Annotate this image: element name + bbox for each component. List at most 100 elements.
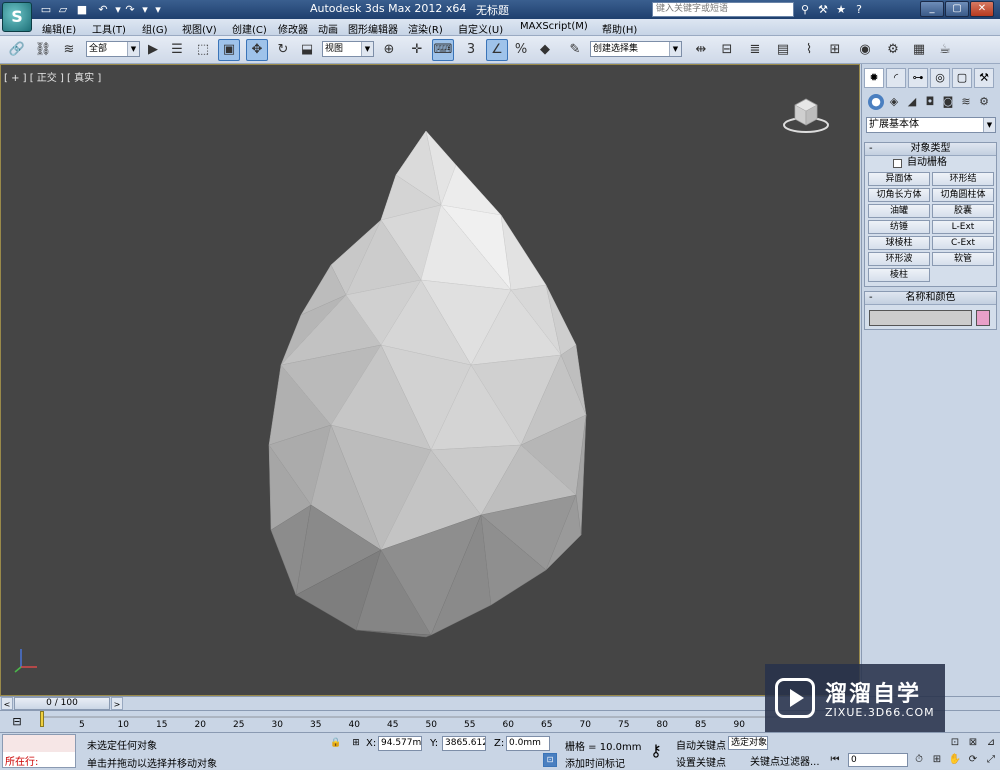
help-icon[interactable]: ? <box>851 2 867 17</box>
create-spindle-button[interactable]: 纺锤 <box>868 220 930 234</box>
current-frame-marker[interactable] <box>40 711 44 727</box>
schematic-view-icon[interactable]: ⊞ <box>824 39 846 61</box>
geosphere-mesh[interactable] <box>1 65 860 696</box>
rendered-frame-icon[interactable]: ▦ <box>908 39 930 61</box>
selection-lock-icon[interactable]: 🔒 <box>330 737 342 749</box>
maximize-viewport-icon[interactable]: ⤢ <box>984 753 998 767</box>
minimize-button[interactable]: _ <box>920 1 944 17</box>
object-color-swatch[interactable] <box>976 310 990 326</box>
menu-tools[interactable]: 工具(T) <box>92 21 126 36</box>
zoom-all-icon[interactable]: ⊠ <box>966 736 980 750</box>
tools-icon[interactable]: ⚒ <box>815 2 831 17</box>
quick-access-customize-icon[interactable]: ▾ <box>150 2 166 17</box>
create-l-ext-button[interactable]: L-Ext <box>932 220 994 234</box>
select-and-rotate-icon[interactable]: ↻ <box>272 39 294 61</box>
snaps-toggle-icon[interactable]: 3 <box>460 39 482 61</box>
prev-frame-arrow-icon[interactable]: < <box>1 697 13 710</box>
name-color-header[interactable]: - 名称和颜色 <box>865 292 996 305</box>
x-coord-input[interactable]: 94.577mm <box>378 736 422 751</box>
menu-views[interactable]: 视图(V) <box>182 21 217 36</box>
ribbon-toggle-icon[interactable]: ▤ <box>772 39 794 61</box>
curve-editor-icon[interactable]: ⌇ <box>798 39 820 61</box>
search-input[interactable]: 键入关键字或短语 <box>652 2 794 17</box>
menu-edit[interactable]: 编辑(E) <box>42 21 76 36</box>
save-icon[interactable]: ■ <box>74 2 90 17</box>
layer-manager-icon[interactable]: ≣ <box>744 39 766 61</box>
cameras-icon[interactable]: ◘ <box>922 94 938 110</box>
set-key-icon[interactable]: ⚷ <box>644 741 668 761</box>
helpers-icon[interactable]: ◙ <box>940 94 956 110</box>
zoom-region-icon[interactable]: ⊡ <box>948 736 962 750</box>
time-tag-icon[interactable]: ⊡ <box>543 753 557 767</box>
select-by-name-icon[interactable]: ☰ <box>166 39 188 61</box>
time-config-icon[interactable]: ⏱ <box>912 753 926 767</box>
select-object-icon[interactable]: ▶ <box>142 39 164 61</box>
redo-icon[interactable]: ↷ <box>122 2 138 17</box>
menu-maxscript[interactable]: MAXScript(M) <box>520 21 588 32</box>
lights-icon[interactable]: ◢ <box>904 94 920 110</box>
tab-display[interactable]: ▢ <box>952 68 972 88</box>
mirror-icon[interactable]: ⇹ <box>690 39 712 61</box>
mini-curve-editor-icon[interactable]: ⊟ <box>8 713 26 731</box>
pivot-center-icon[interactable]: ⊕ <box>378 39 400 61</box>
viewport[interactable]: [ + ] [ 正交 ] [ 真实 ] <box>0 64 860 696</box>
unlink-icon[interactable]: ⛓ <box>32 39 54 61</box>
orbit-icon[interactable]: ⟳ <box>966 753 980 767</box>
tab-modify[interactable]: ◜ <box>886 68 906 88</box>
frame-ruler[interactable] <box>40 711 800 733</box>
listener-input[interactable] <box>3 735 75 752</box>
create-chamfer-box-button[interactable]: 切角长方体 <box>868 188 930 202</box>
named-selection-dropdown[interactable]: 创建选择集 ▼ <box>590 41 682 57</box>
select-manipulate-icon[interactable]: ✛ <box>406 39 428 61</box>
star-icon[interactable]: ★ <box>833 2 849 17</box>
tab-utilities[interactable]: ⚒ <box>974 68 994 88</box>
keyboard-shortcut-override-icon[interactable]: ⌨ <box>432 39 454 61</box>
object-name-input[interactable] <box>869 310 972 326</box>
create-c-ext-button[interactable]: C-Ext <box>932 236 994 250</box>
window-crossing-icon[interactable]: ▣ <box>218 39 240 61</box>
time-slider-thumb[interactable]: 0 / 100 <box>14 697 110 710</box>
menu-animation[interactable]: 动画 <box>318 21 338 36</box>
render-production-icon[interactable]: ☕ <box>934 39 956 61</box>
maxscript-listener[interactable]: 所在行: <box>2 734 76 768</box>
go-to-start-icon[interactable]: ⏮ <box>828 753 842 767</box>
rect-selection-icon[interactable]: ⬚ <box>192 39 214 61</box>
select-and-move-icon[interactable]: ✥ <box>246 39 268 61</box>
object-category-dropdown[interactable]: 扩展基本体 ▼ <box>866 117 996 133</box>
menu-customize[interactable]: 自定义(U) <box>458 21 503 36</box>
y-coord-input[interactable]: 3865.612m <box>442 736 486 751</box>
key-mode-dropdown[interactable]: 选定对象 <box>728 736 768 750</box>
create-hedra-button[interactable]: 异面体 <box>868 172 930 186</box>
viewcube-icon[interactable] <box>781 93 831 135</box>
bind-space-warp-icon[interactable]: ≋ <box>58 39 80 61</box>
key-filters-button[interactable]: 关键点过滤器... <box>750 753 820 768</box>
selection-filter-dropdown[interactable]: 全部 ▼ <box>86 41 140 57</box>
select-and-scale-icon[interactable]: ⬓ <box>296 39 318 61</box>
create-hose-button[interactable]: 软管 <box>932 252 994 266</box>
create-chamfer-cyl-button[interactable]: 切角圆柱体 <box>932 188 994 202</box>
menu-graph-editors[interactable]: 图形编辑器 <box>348 21 398 36</box>
absolute-mode-icon[interactable]: ⊞ <box>350 737 362 749</box>
render-setup-icon[interactable]: ⚙ <box>882 39 904 61</box>
set-key-button[interactable]: 设置关键点 <box>676 754 726 769</box>
reference-coord-dropdown[interactable]: 视图 ▼ <box>322 41 374 57</box>
create-gengon-button[interactable]: 球棱柱 <box>868 236 930 250</box>
open-file-icon[interactable]: ▱ <box>55 2 71 17</box>
menu-modifiers[interactable]: 修改器 <box>278 21 308 36</box>
new-file-icon[interactable]: ▭ <box>38 2 54 17</box>
z-coord-input[interactable]: 0.0mm <box>506 736 550 751</box>
create-oiltank-button[interactable]: 油罐 <box>868 204 930 218</box>
space-warps-icon[interactable]: ≋ <box>958 94 974 110</box>
field-of-view-icon[interactable]: ⊿ <box>984 736 998 750</box>
close-button[interactable]: ✕ <box>970 1 994 17</box>
binoculars-icon[interactable]: ⚲ <box>797 2 813 17</box>
shapes-icon[interactable]: ◈ <box>886 94 902 110</box>
create-capsule-button[interactable]: 胶囊 <box>932 204 994 218</box>
create-torus-knot-button[interactable]: 环形结 <box>932 172 994 186</box>
create-ringwave-button[interactable]: 环形波 <box>868 252 930 266</box>
menu-create[interactable]: 创建(C) <box>232 21 267 36</box>
current-frame-input[interactable]: 0 <box>848 753 908 767</box>
material-editor-icon[interactable]: ◉ <box>854 39 876 61</box>
auto-key-button[interactable]: 自动关键点 <box>676 737 726 752</box>
pan-view-icon[interactable]: ✋ <box>948 753 962 767</box>
